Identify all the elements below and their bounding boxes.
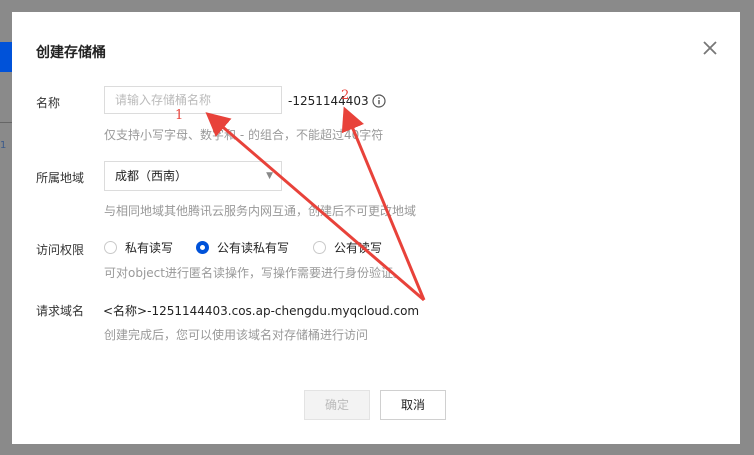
name-label: 名称: [36, 96, 61, 110]
background-fragment: 1: [0, 140, 7, 151]
region-select[interactable]: 成都（西南） ▼: [104, 161, 282, 191]
radio-private-read-write[interactable]: 私有读写: [104, 239, 173, 256]
domain-hint: 创建完成后，您可以使用该域名对存储桶进行访问: [104, 328, 369, 342]
appid-suffix: -1251144403: [288, 94, 369, 108]
request-domain: <名称>-1251144403.cos.ap-chengdu.myqcloud.…: [103, 304, 420, 318]
access-label: 访问权限: [36, 243, 85, 257]
info-icon[interactable]: [372, 94, 386, 108]
radio-circle: [104, 241, 117, 254]
radio-public-read-write[interactable]: 公有读写: [313, 239, 382, 256]
radio-label: 公有读私有写: [217, 241, 290, 255]
region-value: 成都（西南）: [115, 169, 188, 183]
radio-label: 私有读写: [125, 241, 174, 255]
confirm-button[interactable]: 确定: [304, 390, 370, 420]
bucket-name-input[interactable]: 请输入存储桶名称: [104, 86, 282, 114]
domain-label: 请求域名: [36, 304, 85, 318]
cancel-button[interactable]: 取消: [380, 390, 446, 420]
access-hint: 可对object进行匿名读操作，写操作需要进行身份验证。: [104, 266, 405, 280]
background-nav-highlight: [0, 42, 12, 72]
create-bucket-dialog: 创建存储桶 名称 请输入存储桶名称 -1251144403 仅支持小写字母、数字…: [12, 12, 740, 444]
chevron-down-icon: ▼: [266, 171, 273, 181]
dialog-title: 创建存储桶: [36, 45, 106, 61]
background-divider: [0, 122, 12, 123]
region-label: 所属地域: [36, 171, 85, 185]
radio-circle-selected: [196, 241, 209, 254]
radio-public-read-private-write[interactable]: 公有读私有写: [196, 239, 289, 256]
close-icon[interactable]: [700, 38, 720, 58]
radio-label: 公有读写: [334, 241, 383, 255]
radio-circle: [313, 241, 326, 254]
name-hint: 仅支持小写字母、数字和 - 的组合，不能超过40字符: [104, 128, 384, 142]
region-hint: 与相同地域其他腾讯云服务内网互通，创建后不可更改地域: [104, 204, 417, 218]
